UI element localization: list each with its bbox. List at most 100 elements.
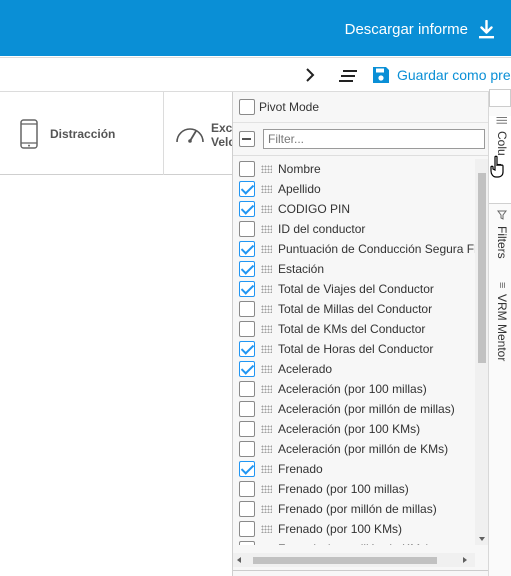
save-icon[interactable] (371, 65, 391, 85)
hand-cursor-icon (490, 155, 504, 178)
save-as-button[interactable]: Guardar como pre (397, 67, 511, 83)
drag-handle-icon[interactable] (261, 305, 272, 313)
chevron-right-icon[interactable] (302, 67, 318, 83)
column-list-item[interactable]: Aceleración (por 100 KMs) (233, 419, 475, 439)
column-list-item[interactable]: Puntuación de Conducción Segura Fl (233, 239, 475, 259)
top-bar: Descargar informe (0, 0, 511, 56)
drag-handle-icon[interactable] (261, 205, 272, 213)
column-list-item[interactable]: Aceleración (por millón de KMs) (233, 439, 475, 459)
panel-divider (233, 570, 489, 571)
drag-handle-icon[interactable] (261, 165, 272, 173)
vertical-scrollbar[interactable] (475, 159, 489, 545)
column-list-item[interactable]: Apellido (233, 179, 475, 199)
drag-handle-icon[interactable] (261, 265, 272, 273)
column-list-item[interactable]: CODIGO PIN (233, 199, 475, 219)
columns-tool-panel: Pivot Mode Nombre Apellido CODIGO PIN ID de… (232, 92, 489, 576)
column-checkbox[interactable] (239, 441, 255, 457)
pivot-mode-checkbox[interactable] (239, 99, 255, 115)
column-checkbox[interactable] (239, 301, 255, 317)
column-item-label: Total de Horas del Conductor (278, 342, 434, 356)
drag-handle-icon[interactable] (261, 505, 272, 513)
pivot-mode-row[interactable]: Pivot Mode (233, 92, 489, 123)
column-item-label: Total de Millas del Conductor (278, 302, 433, 316)
column-checkbox[interactable] (239, 321, 255, 337)
column-checkbox[interactable] (239, 201, 255, 217)
scroll-right-arrow-icon[interactable] (463, 557, 467, 563)
tab-vrm-mentor-label: VRM Mentor (495, 294, 509, 362)
drag-handle-icon[interactable] (261, 245, 272, 253)
drag-handle-icon[interactable] (261, 385, 272, 393)
column-checkbox[interactable] (239, 501, 255, 517)
column-list-item[interactable]: Frenado (por millón de millas) (233, 499, 475, 519)
download-report-button[interactable]: Descargar informe (345, 16, 495, 42)
column-list-item[interactable]: Total de Viajes del Conductor (233, 279, 475, 299)
drag-handle-icon[interactable] (261, 525, 272, 533)
drag-handle-icon[interactable] (261, 425, 272, 433)
pivot-mode-label: Pivot Mode (259, 100, 320, 114)
filter-row (233, 124, 489, 156)
column-list-item[interactable]: Total de Horas del Conductor (233, 339, 475, 359)
column-checkbox[interactable] (239, 381, 255, 397)
column-checkbox[interactable] (239, 241, 255, 257)
select-all-checkbox[interactable] (239, 131, 255, 147)
column-checkbox[interactable] (239, 341, 255, 357)
tab-filters[interactable]: Filters (489, 210, 511, 282)
column-list-item[interactable]: Aceleración (por millón de millas) (233, 399, 475, 419)
drag-handle-icon[interactable] (261, 365, 272, 373)
column-checkbox[interactable] (239, 401, 255, 417)
drag-handle-icon[interactable] (261, 325, 272, 333)
drag-handle-icon[interactable] (261, 185, 272, 193)
column-checkbox[interactable] (239, 461, 255, 477)
column-checkbox[interactable] (239, 161, 255, 177)
drag-handle-icon[interactable] (261, 225, 272, 233)
column-list-item[interactable]: Total de KMs del Conductor (233, 319, 475, 339)
column-list-item[interactable]: Acelerado (233, 359, 475, 379)
horizontal-scrollbar[interactable] (233, 553, 475, 567)
sort-lines-icon[interactable] (339, 69, 357, 83)
column-header-label: Distracción (50, 127, 116, 141)
column-checkbox[interactable] (239, 481, 255, 497)
column-item-label: ID del conductor (278, 222, 366, 236)
download-report-label: Descargar informe (344, 20, 468, 38)
drag-handle-icon[interactable] (261, 285, 272, 293)
column-list-item[interactable]: Estación (233, 259, 475, 279)
column-checkbox[interactable] (239, 261, 255, 277)
drag-handle-icon[interactable] (261, 445, 272, 453)
tab-vrm-mentor[interactable]: ≡ VRM Mentor (489, 282, 511, 378)
column-list-item[interactable]: Frenado (por millón de KMs) (233, 539, 475, 545)
column-checkbox[interactable] (239, 541, 255, 545)
drag-handle-icon[interactable] (261, 485, 272, 493)
column-list-item[interactable]: Frenado (por 100 KMs) (233, 519, 475, 539)
column-checkbox[interactable] (239, 281, 255, 297)
column-header-distraccion[interactable]: Distracción (0, 92, 164, 175)
column-list-item[interactable]: Nombre (233, 159, 475, 179)
column-list-item[interactable]: Frenado (233, 459, 475, 479)
column-list-item[interactable]: Total de Millas del Conductor (233, 299, 475, 319)
column-item-label: Total de Viajes del Conductor (278, 282, 434, 296)
column-header-exceso[interactable]: Exce Velc (164, 92, 236, 175)
filter-icon (497, 210, 507, 220)
column-checkbox[interactable] (239, 181, 255, 197)
scrollbar-thumb[interactable] (478, 173, 486, 363)
column-checkbox[interactable] (239, 521, 255, 537)
column-list-item[interactable]: ID del conductor (233, 219, 475, 239)
scroll-left-arrow-icon[interactable] (237, 557, 241, 563)
column-list-item[interactable]: Aceleración (por 100 millas) (233, 379, 475, 399)
drag-handle-icon[interactable] (261, 345, 272, 353)
column-item-label: Frenado (por 100 KMs) (278, 522, 403, 536)
scrollbar-thumb[interactable] (253, 557, 437, 564)
phone-icon (20, 119, 38, 149)
column-checkbox[interactable] (239, 421, 255, 437)
column-item-label: Puntuación de Conducción Segura Fl (278, 242, 475, 256)
column-checkbox[interactable] (239, 221, 255, 237)
scroll-down-arrow-icon[interactable] (479, 537, 485, 541)
menu-icon: ≡ (496, 282, 508, 289)
column-list-item[interactable]: Frenado (por 100 millas) (233, 479, 475, 499)
drag-handle-icon[interactable] (261, 465, 272, 473)
column-checkbox[interactable] (239, 361, 255, 377)
tab-strip-top-box (489, 89, 511, 107)
drag-handle-icon[interactable] (261, 405, 272, 413)
column-item-label: Nombre (278, 162, 321, 176)
column-item-label: Frenado (278, 462, 323, 476)
filter-input[interactable] (263, 129, 485, 149)
